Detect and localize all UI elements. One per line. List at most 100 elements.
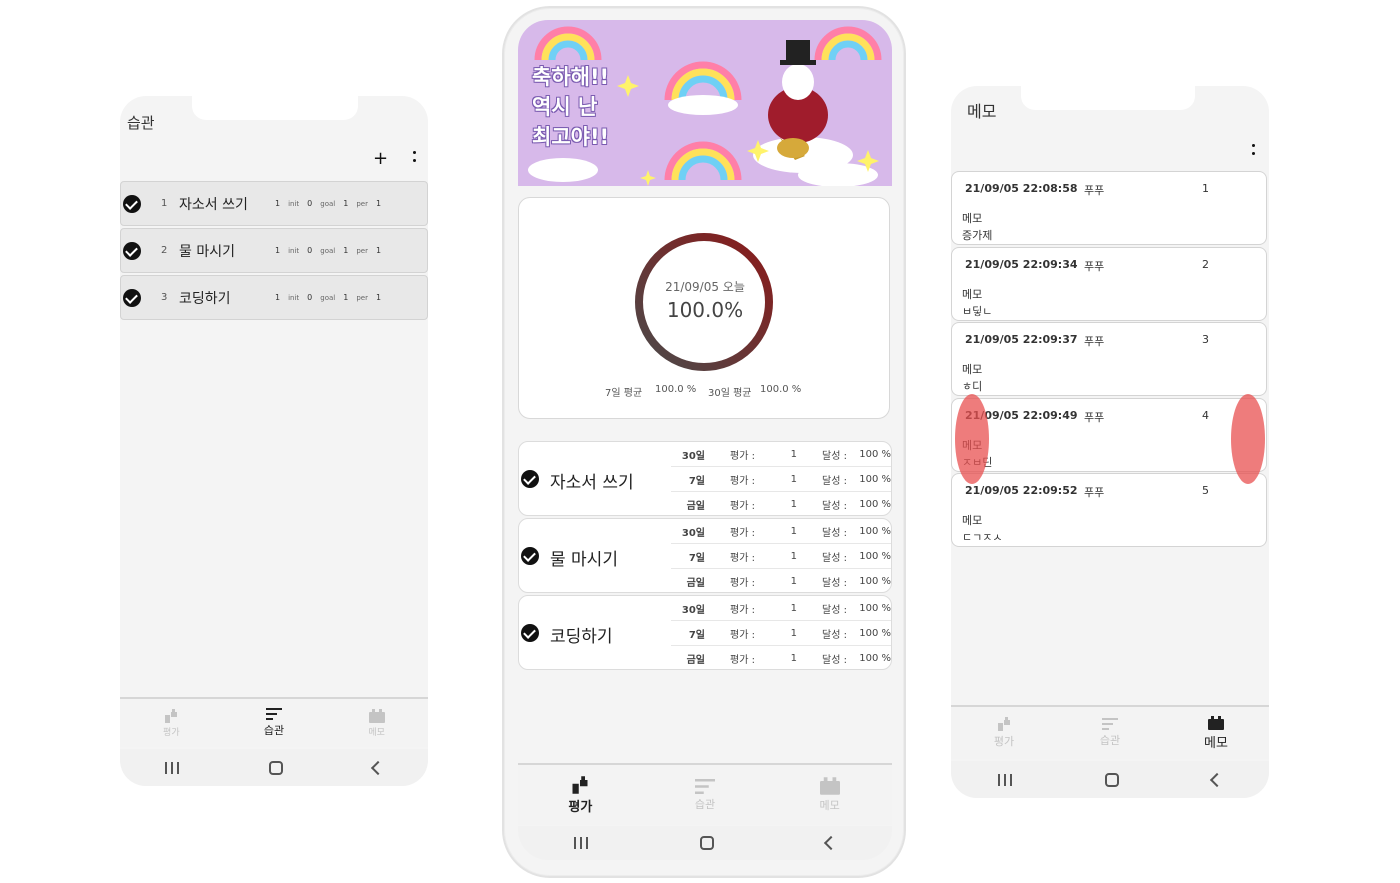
goal-line-7d: 7일 평가 : 1 달성 : 100 % <box>671 467 891 492</box>
goal-label: goal <box>320 199 336 208</box>
back-icon[interactable] <box>370 760 386 775</box>
check-icon[interactable] <box>123 194 141 213</box>
period-label: 7일 <box>688 475 705 487</box>
evaluate-icon <box>165 708 178 723</box>
memo-icon <box>1208 715 1224 730</box>
nav-evaluate[interactable]: 평가 <box>120 699 223 747</box>
vertical-dots-icon <box>1252 144 1255 147</box>
period-label: 30일 <box>681 604 705 616</box>
period-label: 7일 <box>688 552 705 564</box>
achieve-value: 100 % <box>859 602 891 614</box>
nav-label: 메모 <box>819 799 840 812</box>
memo-date: 21/09/05 22:09:52 <box>965 484 1078 497</box>
system-nav-bar <box>120 749 428 786</box>
nav-habit[interactable]: 습관 <box>1057 707 1163 759</box>
recents-icon[interactable] <box>997 773 1012 786</box>
check-icon[interactable] <box>123 288 141 307</box>
init-label: init <box>288 293 300 302</box>
goal-line-30d: 30일 평가 : 1 달성 : 100 % <box>671 519 891 544</box>
camera-notch <box>192 96 358 120</box>
goal-row[interactable]: 자소서 쓰기 30일 평가 : 1 달성 : 100 % 7일 평가 : 1 달… <box>518 441 892 516</box>
today-stats-card: 21/09/05 오늘 100.0% 7일 평균 100.0 % 30일 평균 … <box>518 197 890 419</box>
eval-value: 1 <box>790 448 797 460</box>
goal-row[interactable]: 코딩하기 30일 평가 : 1 달성 : 100 % 7일 평가 : 1 달성 … <box>518 595 892 670</box>
memo-card[interactable]: 21/09/05 22:09:49 푸푸 4 메모 ㅈㅂ딘 <box>951 398 1267 472</box>
home-icon[interactable] <box>269 760 283 775</box>
memo-icon <box>819 777 840 795</box>
today-percent: 100.0% <box>666 298 744 322</box>
today-date-label: 21/09/05 오늘 <box>665 280 745 294</box>
month-avg-value: 100.0 % <box>760 384 802 395</box>
nav-habit[interactable]: 습관 <box>223 699 326 747</box>
memo-label: 메모 <box>962 514 983 527</box>
achieve-value: 100 % <box>859 473 891 485</box>
achieve-label: 달성 : <box>822 655 847 666</box>
memo-text: ㅎ디 <box>962 380 983 393</box>
habit-row[interactable]: 3 코딩하기 1 init 0 goal 1 per 1 <box>120 275 428 320</box>
memo-number: 2 <box>1202 258 1209 271</box>
nav-label: 평가 <box>163 727 180 738</box>
habit-count: 1 <box>275 293 281 302</box>
eval-label: 평가 : <box>730 604 755 616</box>
memo-user: 푸푸 <box>1084 486 1105 499</box>
more-button[interactable] <box>413 151 417 167</box>
memo-text: 증가제 <box>962 229 993 242</box>
eval-label: 평가 : <box>730 475 755 487</box>
recents-icon[interactable] <box>574 837 588 849</box>
init-value: 0 <box>307 293 313 302</box>
nav-evaluate[interactable]: 평가 <box>951 707 1057 759</box>
goal-value: 1 <box>343 199 349 208</box>
goal-line-30d: 30일 평가 : 1 달성 : 100 % <box>671 596 891 621</box>
memo-card[interactable]: 21/09/05 22:09:52 푸푸 5 메모 ㄷㄱㅈㅅ <box>951 473 1267 547</box>
memo-label: 메모 <box>962 212 983 225</box>
init-value: 0 <box>307 246 313 255</box>
memo-text: ㅂ딯ㄴ <box>962 305 993 318</box>
memo-number: 5 <box>1202 484 1209 497</box>
memo-card[interactable]: 21/09/05 22:09:34 푸푸 2 메모 ㅂ딯ㄴ <box>951 247 1267 321</box>
eval-value: 1 <box>790 499 797 510</box>
memo-user: 푸푸 <box>1084 260 1105 273</box>
memo-card[interactable]: 21/09/05 22:09:37 푸푸 3 메모 ㅎ디 <box>951 322 1267 396</box>
nav-memo[interactable]: 메모 <box>325 699 428 747</box>
achieve-label: 달성 : <box>822 450 847 462</box>
per-label: per <box>356 246 368 255</box>
achieve-label: 달성 : <box>822 552 847 564</box>
nav-evaluate[interactable]: 평가 <box>518 765 643 825</box>
habit-row[interactable]: 1 자소서 쓰기 1 init 0 goal 1 per 1 <box>120 181 428 226</box>
back-icon[interactable] <box>823 835 839 851</box>
eval-label: 평가 : <box>730 552 755 564</box>
habit-index: 1 <box>161 198 168 209</box>
achieve-label: 달성 : <box>822 501 847 512</box>
nav-label: 습관 <box>1099 734 1121 747</box>
system-nav-bar <box>518 826 892 860</box>
goal-line-7d: 7일 평가 : 1 달성 : 100 % <box>671 621 891 646</box>
back-icon[interactable] <box>1210 772 1225 787</box>
home-icon[interactable] <box>700 836 714 850</box>
memo-number: 1 <box>1202 182 1209 195</box>
per-label: per <box>356 293 368 302</box>
nav-habit[interactable]: 습관 <box>643 765 768 825</box>
evaluate-icon <box>572 775 588 794</box>
celebration-banner: 축하해!! 역시 난 최고야!! <box>518 20 892 186</box>
more-button[interactable] <box>1252 144 1256 160</box>
add-button[interactable]: + <box>373 148 388 169</box>
nav-label: 평가 <box>568 799 593 815</box>
vertical-dots-icon <box>413 151 416 154</box>
nav-label: 습관 <box>263 724 285 737</box>
habit-name: 코딩하기 <box>179 290 231 307</box>
achieve-label: 달성 : <box>822 527 847 539</box>
home-icon[interactable] <box>1104 772 1119 787</box>
nav-memo[interactable]: 메모 <box>1163 707 1269 759</box>
habit-index: 3 <box>161 292 168 303</box>
memo-number: 3 <box>1202 333 1209 346</box>
check-icon[interactable] <box>123 241 141 260</box>
goal-row[interactable]: 물 마시기 30일 평가 : 1 달성 : 100 % 7일 평가 : 1 달성… <box>518 518 892 593</box>
habit-row[interactable]: 2 물 마시기 1 init 0 goal 1 per 1 <box>120 228 428 273</box>
memo-user: 푸푸 <box>1084 411 1105 424</box>
camera-notch <box>1021 86 1195 110</box>
per-value: 1 <box>375 199 382 208</box>
recents-icon[interactable] <box>165 761 179 774</box>
nav-memo[interactable]: 메모 <box>767 765 892 825</box>
memo-card[interactable]: 21/09/05 22:08:58 푸푸 1 메모 증가제 <box>951 171 1267 245</box>
page-title: 습관 <box>127 114 155 132</box>
